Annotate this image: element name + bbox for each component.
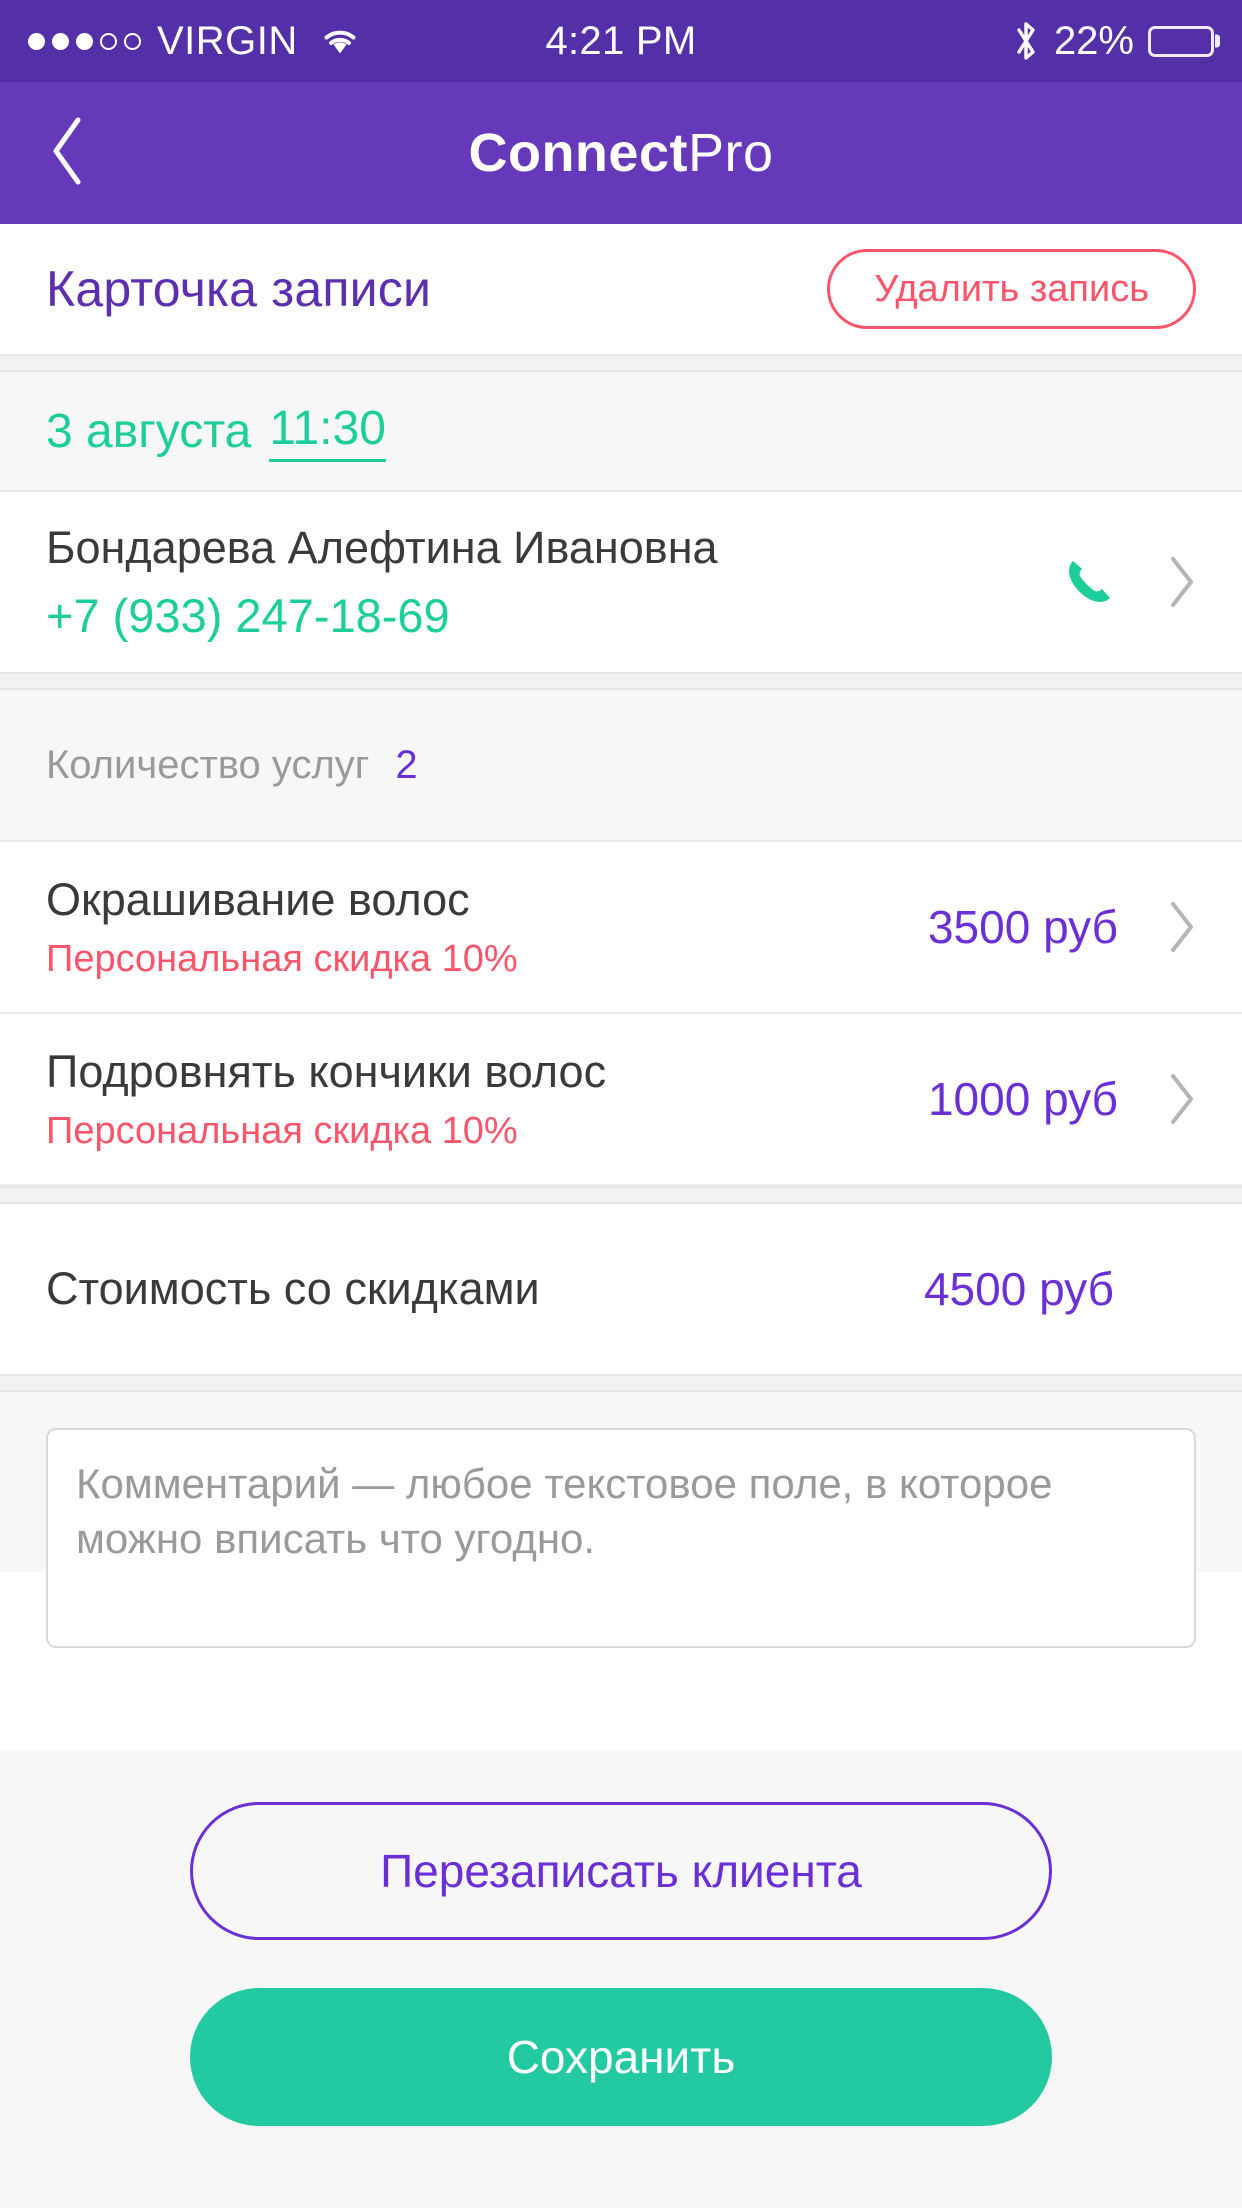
chevron-right-icon [1162,554,1202,610]
app-title: ConnectPro [0,122,1242,184]
appointment-date: 3 августа [46,404,252,458]
comment-input[interactable] [46,1428,1196,1648]
delete-record-button[interactable]: Удалить запись [827,249,1196,329]
services-count-value: 2 [395,742,418,787]
client-phone[interactable]: +7 (933) 247-18-69 [46,588,1060,643]
service-name: Окрашивание волос [46,873,470,925]
bottom-action-bar: Перезаписать клиента Сохранить [0,1750,1242,2208]
section-divider [0,672,1242,690]
save-button[interactable]: Сохранить [190,1988,1052,2126]
app-title-secondary: Pro [687,123,774,183]
app-screen: VIRGIN 4:21 PM 22% ConnectPro Карточка з… [0,0,1242,2208]
battery-percent-label: 22% [1053,18,1134,63]
service-discount: Персональная скидка 10% [46,937,518,980]
phone-icon[interactable] [1060,553,1118,611]
client-info: Бондарева Алефтина Ивановна +7 (933) 247… [46,522,1060,643]
service-info: Окрашивание волос Персональная скидка 10… [46,874,928,981]
service-name: Подровнять кончики волос [46,1045,607,1097]
appointment-datetime-section: 3 августа 11:30 [0,372,1242,492]
services-count-label: Количество услуг [46,742,370,787]
page-header: Карточка записи Удалить запись [0,224,1242,354]
appointment-datetime-row[interactable]: 3 августа 11:30 [0,372,1242,490]
services-count-row: Количество услуг 2 [0,690,1242,840]
service-info: Подровнять кончики волос Персональная ск… [46,1046,928,1153]
page-title: Карточка записи [46,261,432,317]
total-row: Стоимость со скидками 4500 руб [0,1204,1242,1374]
service-row[interactable]: Подровнять кончики волос Персональная ск… [0,1014,1242,1186]
chevron-right-icon [1162,1071,1202,1127]
back-button[interactable] [46,113,116,193]
total-value: 4500 руб [923,1263,1114,1315]
service-price: 3500 руб [927,901,1118,953]
status-bar: VIRGIN 4:21 PM 22% [0,0,1242,82]
bluetooth-icon [1012,19,1040,63]
client-name: Бондарева Алефтина Ивановна [46,521,718,573]
battery-icon [1148,25,1214,57]
service-price: 1000 руб [927,1073,1118,1125]
comment-section [0,1392,1242,1648]
reschedule-client-button[interactable]: Перезаписать клиента [190,1802,1052,1940]
appointment-time[interactable]: 11:30 [269,401,386,462]
service-discount: Персональная скидка 10% [46,1109,518,1152]
chevron-right-icon [1162,899,1202,955]
status-bar-right: 22% [1012,19,1214,64]
services-count-section: Количество услуг 2 [0,690,1242,842]
app-title-primary: Connect [468,123,688,183]
chevron-left-icon [46,114,90,193]
section-divider [0,1374,1242,1392]
service-row[interactable]: Окрашивание волос Персональная скидка 10… [0,842,1242,1014]
total-label: Стоимость со скидками [46,1263,540,1314]
client-row[interactable]: Бондарева Алефтина Ивановна +7 (933) 247… [0,492,1242,672]
navigation-bar: ConnectPro [0,82,1242,224]
section-divider [0,354,1242,372]
section-divider [0,1186,1242,1204]
